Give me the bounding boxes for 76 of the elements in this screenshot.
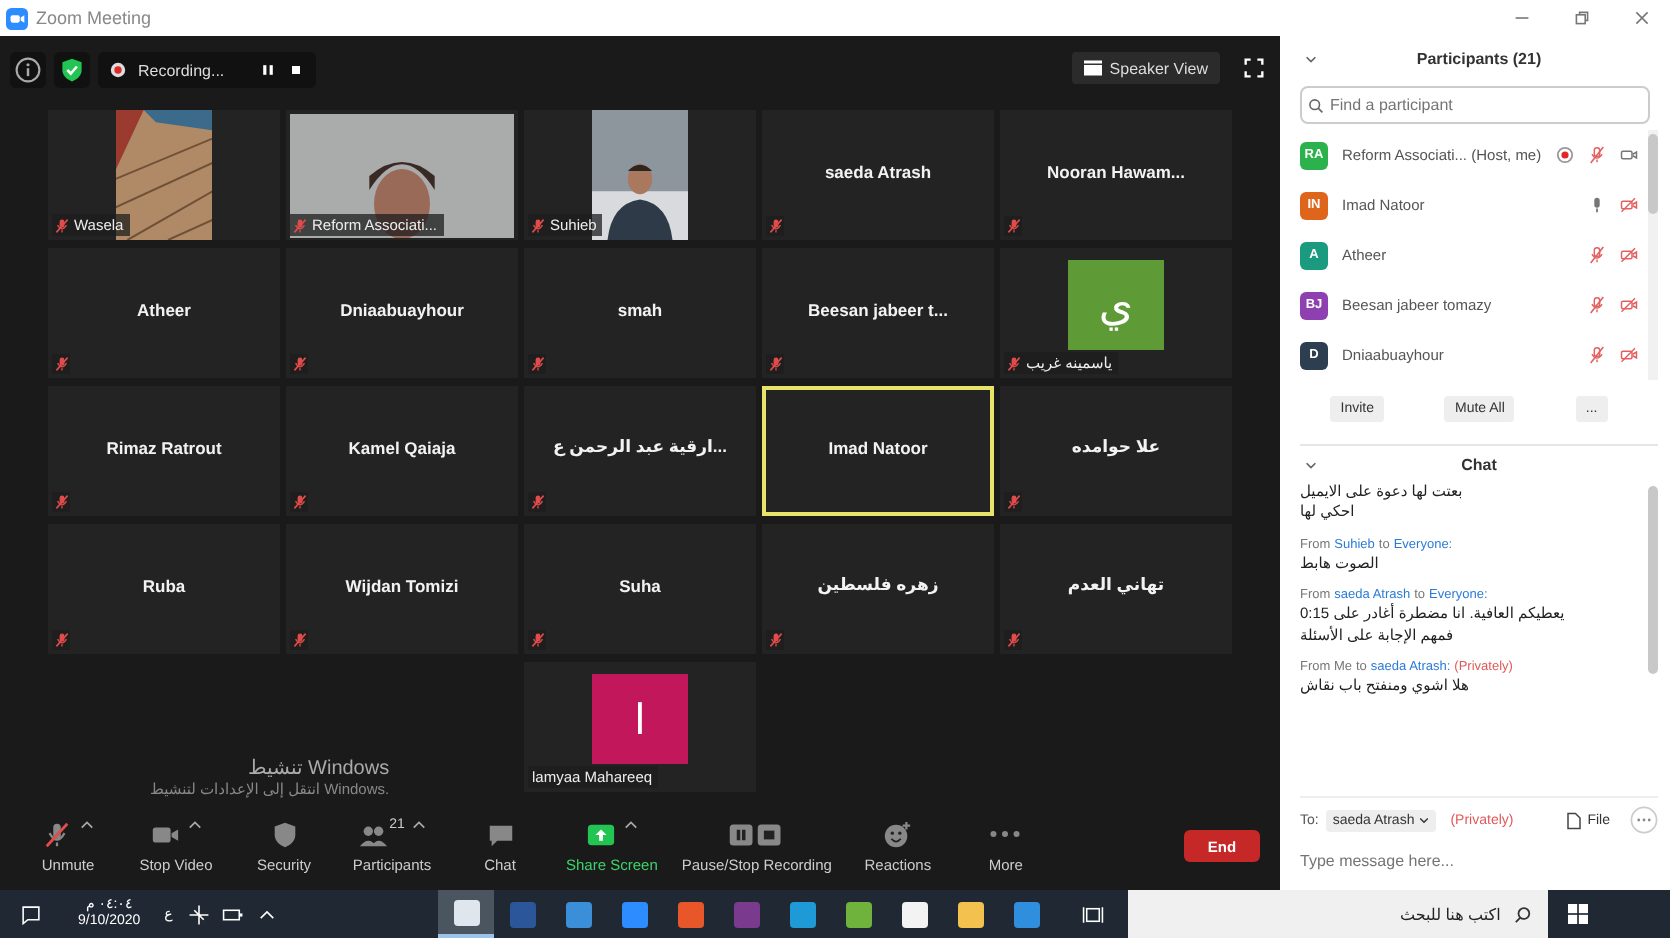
muted-mic-icon — [528, 354, 546, 374]
muted-mic-icon — [528, 630, 546, 650]
avatar-letter: ي — [1098, 279, 1134, 331]
avatar-letter: l — [635, 693, 645, 745]
muted-mic-icon — [1004, 630, 1022, 650]
caret-icon — [188, 818, 202, 832]
muted-mic-icon — [52, 630, 70, 650]
more-icon — [990, 830, 1021, 838]
participant-name: Ruba — [142, 575, 186, 595]
muted-mic-icon — [290, 630, 308, 650]
grid-icon — [1083, 60, 1102, 76]
record-dot-icon — [110, 62, 126, 78]
muted-mic-icon — [1004, 492, 1022, 512]
muted-mic-icon — [1004, 216, 1022, 236]
taskbar-search-field[interactable]: اكتب هنا للبحث — [1128, 890, 1549, 938]
fullscreen-icon[interactable] — [1244, 58, 1264, 78]
app-logo-icon — [6, 7, 28, 29]
participant-name: Imad Natoor — [828, 437, 928, 457]
participant-name: ارقية عبد الرحمن ع... — [552, 436, 728, 458]
info-icon[interactable] — [10, 52, 46, 88]
activation-notice: تنشيط Windows — [248, 758, 390, 780]
participant-name: Nooran Hawam... — [1047, 161, 1185, 181]
participant-name: علا حوامده — [1071, 436, 1161, 458]
participant-name: smah — [617, 299, 663, 319]
caret-icon — [1418, 814, 1431, 826]
muted-mic-icon — [528, 492, 546, 512]
caret-icon — [80, 818, 94, 832]
document-icon — [1565, 811, 1582, 829]
participant-name: Rimaz Ratrout — [106, 437, 222, 457]
participant-name: Beesan jabeer t... — [808, 299, 948, 319]
panel-title: Participants (21) — [1416, 49, 1542, 67]
close-icon[interactable] — [1634, 10, 1650, 26]
muted-mic-icon — [766, 354, 784, 374]
muted-mic-icon — [528, 215, 546, 235]
participant-name: Kamel Qaiaja — [348, 437, 456, 457]
shield-icon — [269, 819, 299, 849]
participant-name: Wijdan Tomizi — [345, 575, 459, 595]
muted-mic-icon — [290, 492, 308, 512]
notification-icon[interactable] — [20, 903, 42, 925]
search-icon — [1308, 97, 1324, 113]
muted-mic-icon — [52, 492, 70, 512]
muted-mic-icon — [766, 630, 784, 650]
muted-mic-icon — [52, 215, 70, 235]
muted-mic-icon — [766, 216, 784, 236]
collapse-icon[interactable] — [1304, 457, 1318, 471]
muted-mic-icon — [42, 819, 72, 849]
restore-icon[interactable] — [1574, 10, 1590, 26]
participant-name: saeda Atrash — [824, 161, 932, 181]
participant-name: Atheer — [137, 299, 191, 319]
caret-icon — [623, 818, 638, 832]
windows-logo-icon[interactable] — [1568, 904, 1589, 924]
panel-title: Chat — [1461, 455, 1497, 473]
participant-name: Suha — [619, 575, 661, 595]
muted-mic-icon — [52, 354, 70, 374]
share-screen-icon — [585, 819, 616, 849]
task-view-icon[interactable] — [1082, 903, 1105, 925]
message-input[interactable]: Type message here... — [1300, 842, 1658, 878]
collapse-icon[interactable] — [1304, 51, 1318, 65]
participant-name: Dniaabuayhour — [340, 299, 464, 319]
pause-icon[interactable] — [260, 62, 277, 78]
shield-icon[interactable] — [54, 52, 90, 88]
speaker-view-button[interactable]: Speaker View — [1071, 52, 1220, 84]
participant-name: تهاني العدم — [1067, 574, 1165, 596]
network-icon[interactable] — [188, 903, 211, 925]
recording-label: Recording... — [138, 61, 225, 79]
muted-mic-icon — [290, 215, 308, 235]
muted-mic-icon — [1004, 353, 1022, 373]
window-title: Zoom Meeting — [36, 8, 152, 28]
participant-name: زهره فلسطين — [817, 574, 939, 596]
muted-mic-icon — [290, 354, 308, 374]
search-icon — [1514, 905, 1533, 923]
smiley-icon — [882, 819, 913, 849]
taskbar-app-icon[interactable] — [438, 890, 495, 938]
search-field[interactable]: Find a participant — [1300, 86, 1650, 124]
pause-stop-icon — [728, 819, 785, 849]
caret-icon — [412, 818, 427, 832]
